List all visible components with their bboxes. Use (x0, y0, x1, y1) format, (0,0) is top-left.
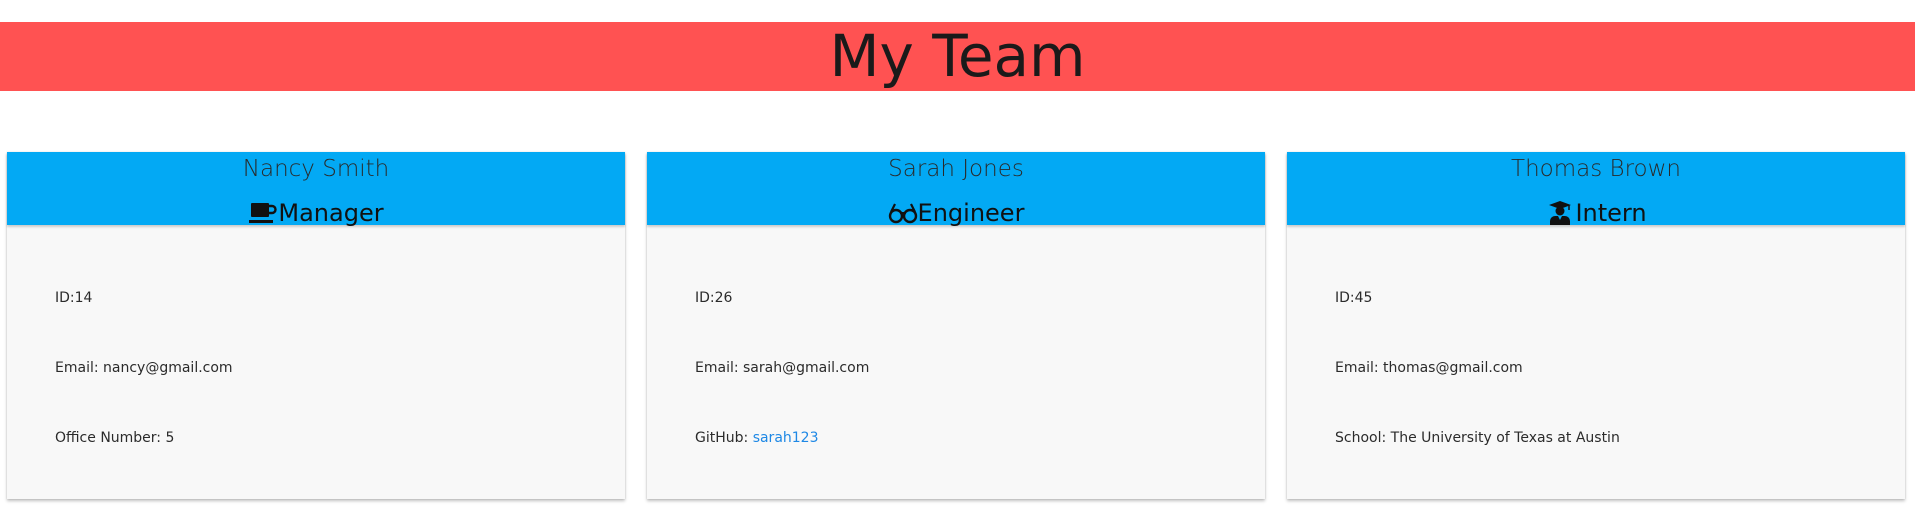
employee-id: ID:45 (1335, 290, 1373, 306)
glasses-icon (888, 200, 918, 226)
employee-role: Manager (7, 198, 625, 228)
employee-office-number: Office Number: 5 (55, 430, 175, 446)
employee-school: School: The University of Texas at Austi… (1335, 430, 1620, 446)
employee-card-manager: Nancy Smith Manager ID:14 Email: nancy@g… (7, 152, 625, 499)
employee-card-intern: Thomas Brown Intern ID:45 Email: thomas@… (1287, 152, 1905, 499)
card-header: Sarah Jones Engineer (647, 152, 1265, 228)
employee-card-engineer: Sarah Jones Engineer ID:26 Email: sarah@… (647, 152, 1265, 499)
employee-name: Sarah Jones (888, 156, 1024, 182)
email-link[interactable]: sarah@gmail.com (743, 360, 869, 376)
role-label: Manager (278, 199, 384, 227)
employee-role: Intern (1287, 198, 1905, 228)
employee-id: ID:26 (695, 290, 733, 306)
employee-github: GitHub: sarah123 (695, 430, 819, 446)
email-link[interactable]: nancy@gmail.com (103, 360, 233, 376)
page-banner: My Team (0, 22, 1915, 91)
employee-email: Email: thomas@gmail.com (1335, 360, 1523, 376)
email-link[interactable]: thomas@gmail.com (1383, 360, 1523, 376)
role-label: Intern (1575, 199, 1647, 227)
graduate-icon (1545, 200, 1575, 226)
employee-name: Thomas Brown (1511, 156, 1681, 182)
card-header: Nancy Smith Manager (7, 152, 625, 228)
employee-id: ID:14 (55, 290, 93, 306)
github-link[interactable]: sarah123 (753, 430, 819, 446)
employee-name: Nancy Smith (242, 156, 390, 182)
card-header: Thomas Brown Intern (1287, 152, 1905, 228)
employee-email: Email: nancy@gmail.com (55, 360, 233, 376)
role-label: Engineer (917, 199, 1025, 227)
employee-role: Engineer (647, 198, 1265, 228)
coffee-mug-icon (248, 200, 278, 226)
page-title: My Team (829, 22, 1086, 90)
employee-email: Email: sarah@gmail.com (695, 360, 870, 376)
